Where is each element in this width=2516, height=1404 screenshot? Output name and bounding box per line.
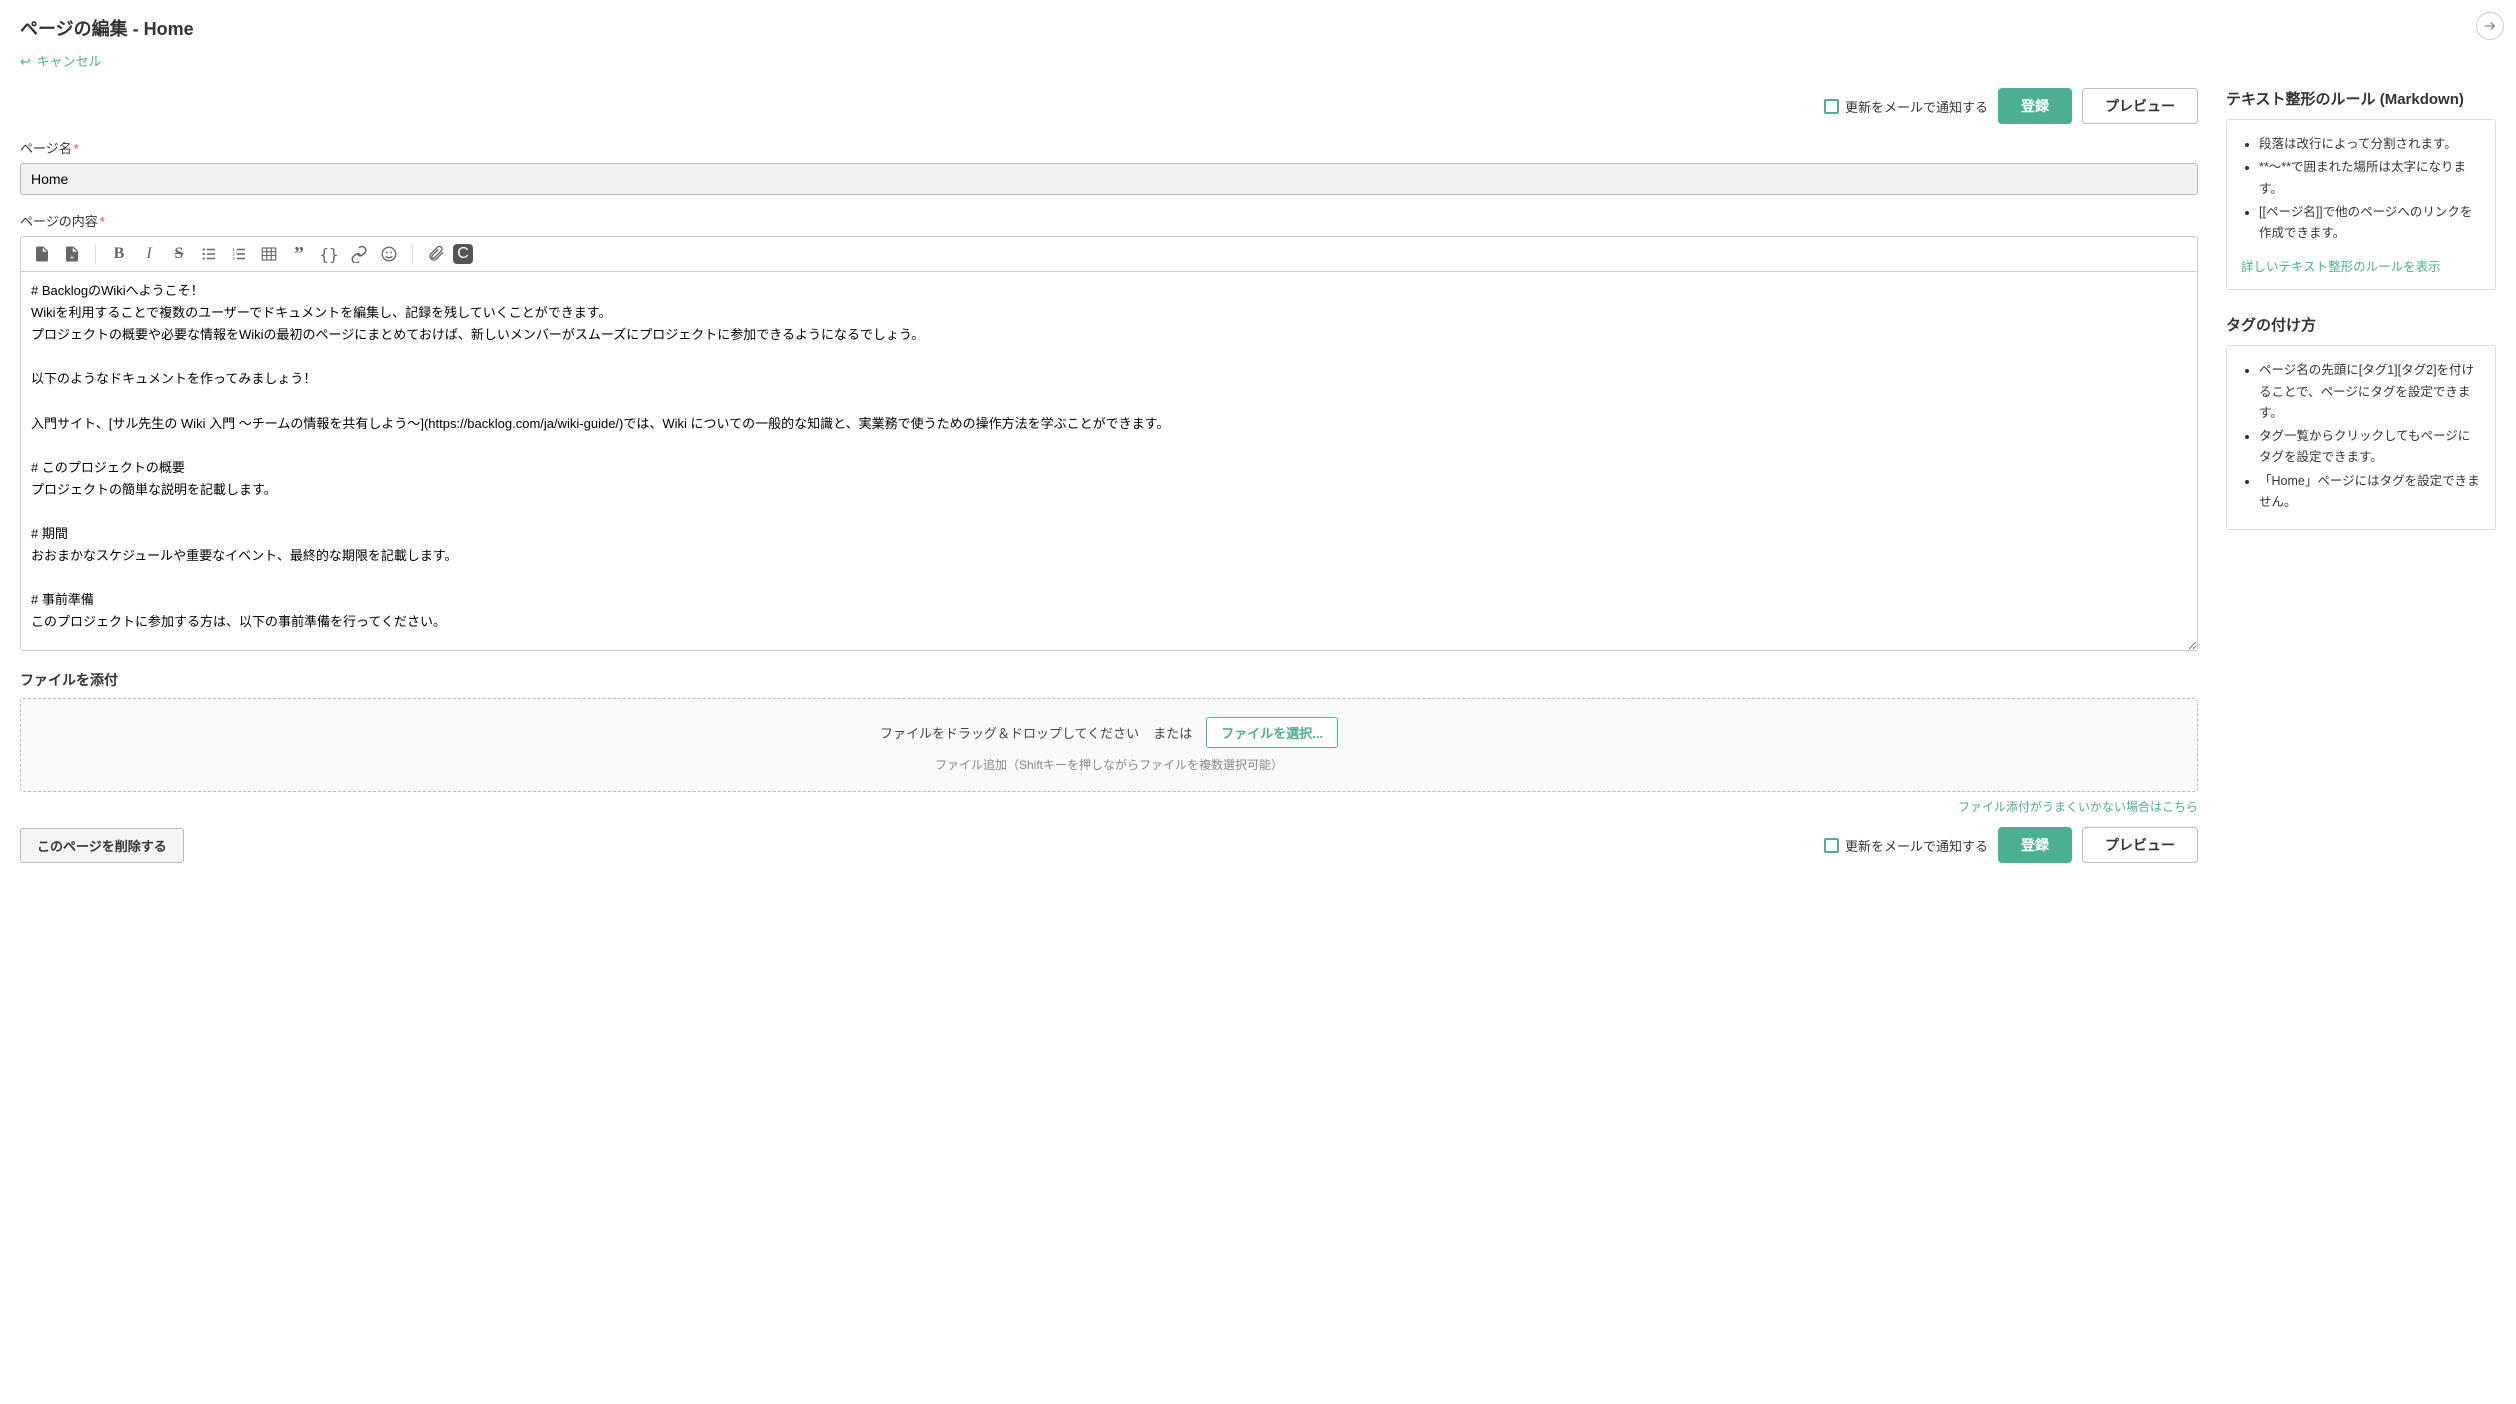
tags-title: タグの付け方 [2226,314,2496,335]
new-doc-icon[interactable] [29,241,55,267]
bold-icon[interactable]: B [106,241,132,267]
svg-text:+: + [70,252,75,261]
table-icon[interactable] [256,241,282,267]
dropzone-or: または [1153,723,1192,742]
preview-button-top[interactable]: プレビュー [2082,88,2198,124]
delete-page-button[interactable]: このページを削除する [20,828,184,863]
rules-more-link[interactable]: 詳しいテキスト整形のルールを表示 [2241,256,2481,275]
rule-item: **〜**で囲まれた場所は太字になります。 [2259,157,2481,200]
checkbox-icon [1824,99,1839,114]
dropzone-hint: ファイル追加（Shiftキーを押しながらファイルを複数選択可能） [39,756,2179,773]
editor-toolbar: + B I S 123 ” {} [20,236,2198,271]
page-title: ページの編集 - Home [20,15,2496,41]
notify-checkbox-bottom[interactable]: 更新をメールで通知する [1824,836,1988,855]
tags-box: ページ名の先頭に[タグ1][タグ2]を付けることで、ページにタグを設定できます。… [2226,345,2496,530]
top-action-bar: 更新をメールで通知する 登録 プレビュー [20,88,2198,124]
rules-title: テキスト整形のルール (Markdown) [2226,88,2496,109]
attachment-icon[interactable] [423,241,449,267]
link-icon[interactable] [346,241,372,267]
add-doc-icon[interactable]: + [59,241,85,267]
strike-icon[interactable]: S [166,241,192,267]
notify-label: 更新をメールで通知する [1845,836,1988,855]
rule-item: [[ページ名]]で他のページへのリンクを作成できます。 [2259,202,2481,245]
code-icon[interactable]: {} [316,241,342,267]
notify-label: 更新をメールで通知する [1845,97,1988,116]
page-name-label: ページ名* [20,138,2198,157]
tag-item: タグ一覧からクリックしてもページにタグを設定できます。 [2259,426,2481,469]
submit-button-bottom[interactable]: 登録 [1998,827,2072,863]
tag-item: ページ名の先頭に[タグ1][タグ2]を付けることで、ページにタグを設定できます。 [2259,360,2481,424]
dropzone-drag-text: ファイルをドラッグ＆ドロップしてください [880,723,1139,742]
undo-icon: ↩ [20,54,31,69]
cacoo-icon[interactable]: C [453,244,473,264]
submit-button-top[interactable]: 登録 [1998,88,2072,124]
attach-title: ファイルを添付 [20,670,2198,690]
notify-checkbox-top[interactable]: 更新をメールで通知する [1824,97,1988,116]
cancel-link[interactable]: キャンセル [37,54,102,69]
checkbox-icon [1824,838,1839,853]
page-name-input[interactable] [20,163,2198,195]
tag-item: 「Home」ページにはタグを設定できません。 [2259,471,2481,514]
collapse-sidebar-button[interactable] [2476,12,2504,40]
number-list-icon[interactable]: 123 [226,241,252,267]
rules-box: 段落は改行によって分割されます。 **〜**で囲まれた場所は太字になります。 [… [2226,119,2496,290]
select-file-button[interactable]: ファイルを選択... [1206,717,1338,748]
italic-icon[interactable]: I [136,241,162,267]
page-content-label: ページの内容* [20,211,2198,230]
quote-icon[interactable]: ” [286,241,312,267]
rule-item: 段落は改行によって分割されます。 [2259,134,2481,155]
preview-button-bottom[interactable]: プレビュー [2082,827,2198,863]
svg-text:3: 3 [232,256,235,261]
attach-help-link[interactable]: ファイル添付がうまくいかない場合はこちら [1958,800,2198,814]
emoji-icon[interactable] [376,241,402,267]
bullet-list-icon[interactable] [196,241,222,267]
page-content-textarea[interactable] [20,271,2198,651]
file-dropzone[interactable]: ファイルをドラッグ＆ドロップしてください または ファイルを選択... ファイル… [20,698,2198,792]
